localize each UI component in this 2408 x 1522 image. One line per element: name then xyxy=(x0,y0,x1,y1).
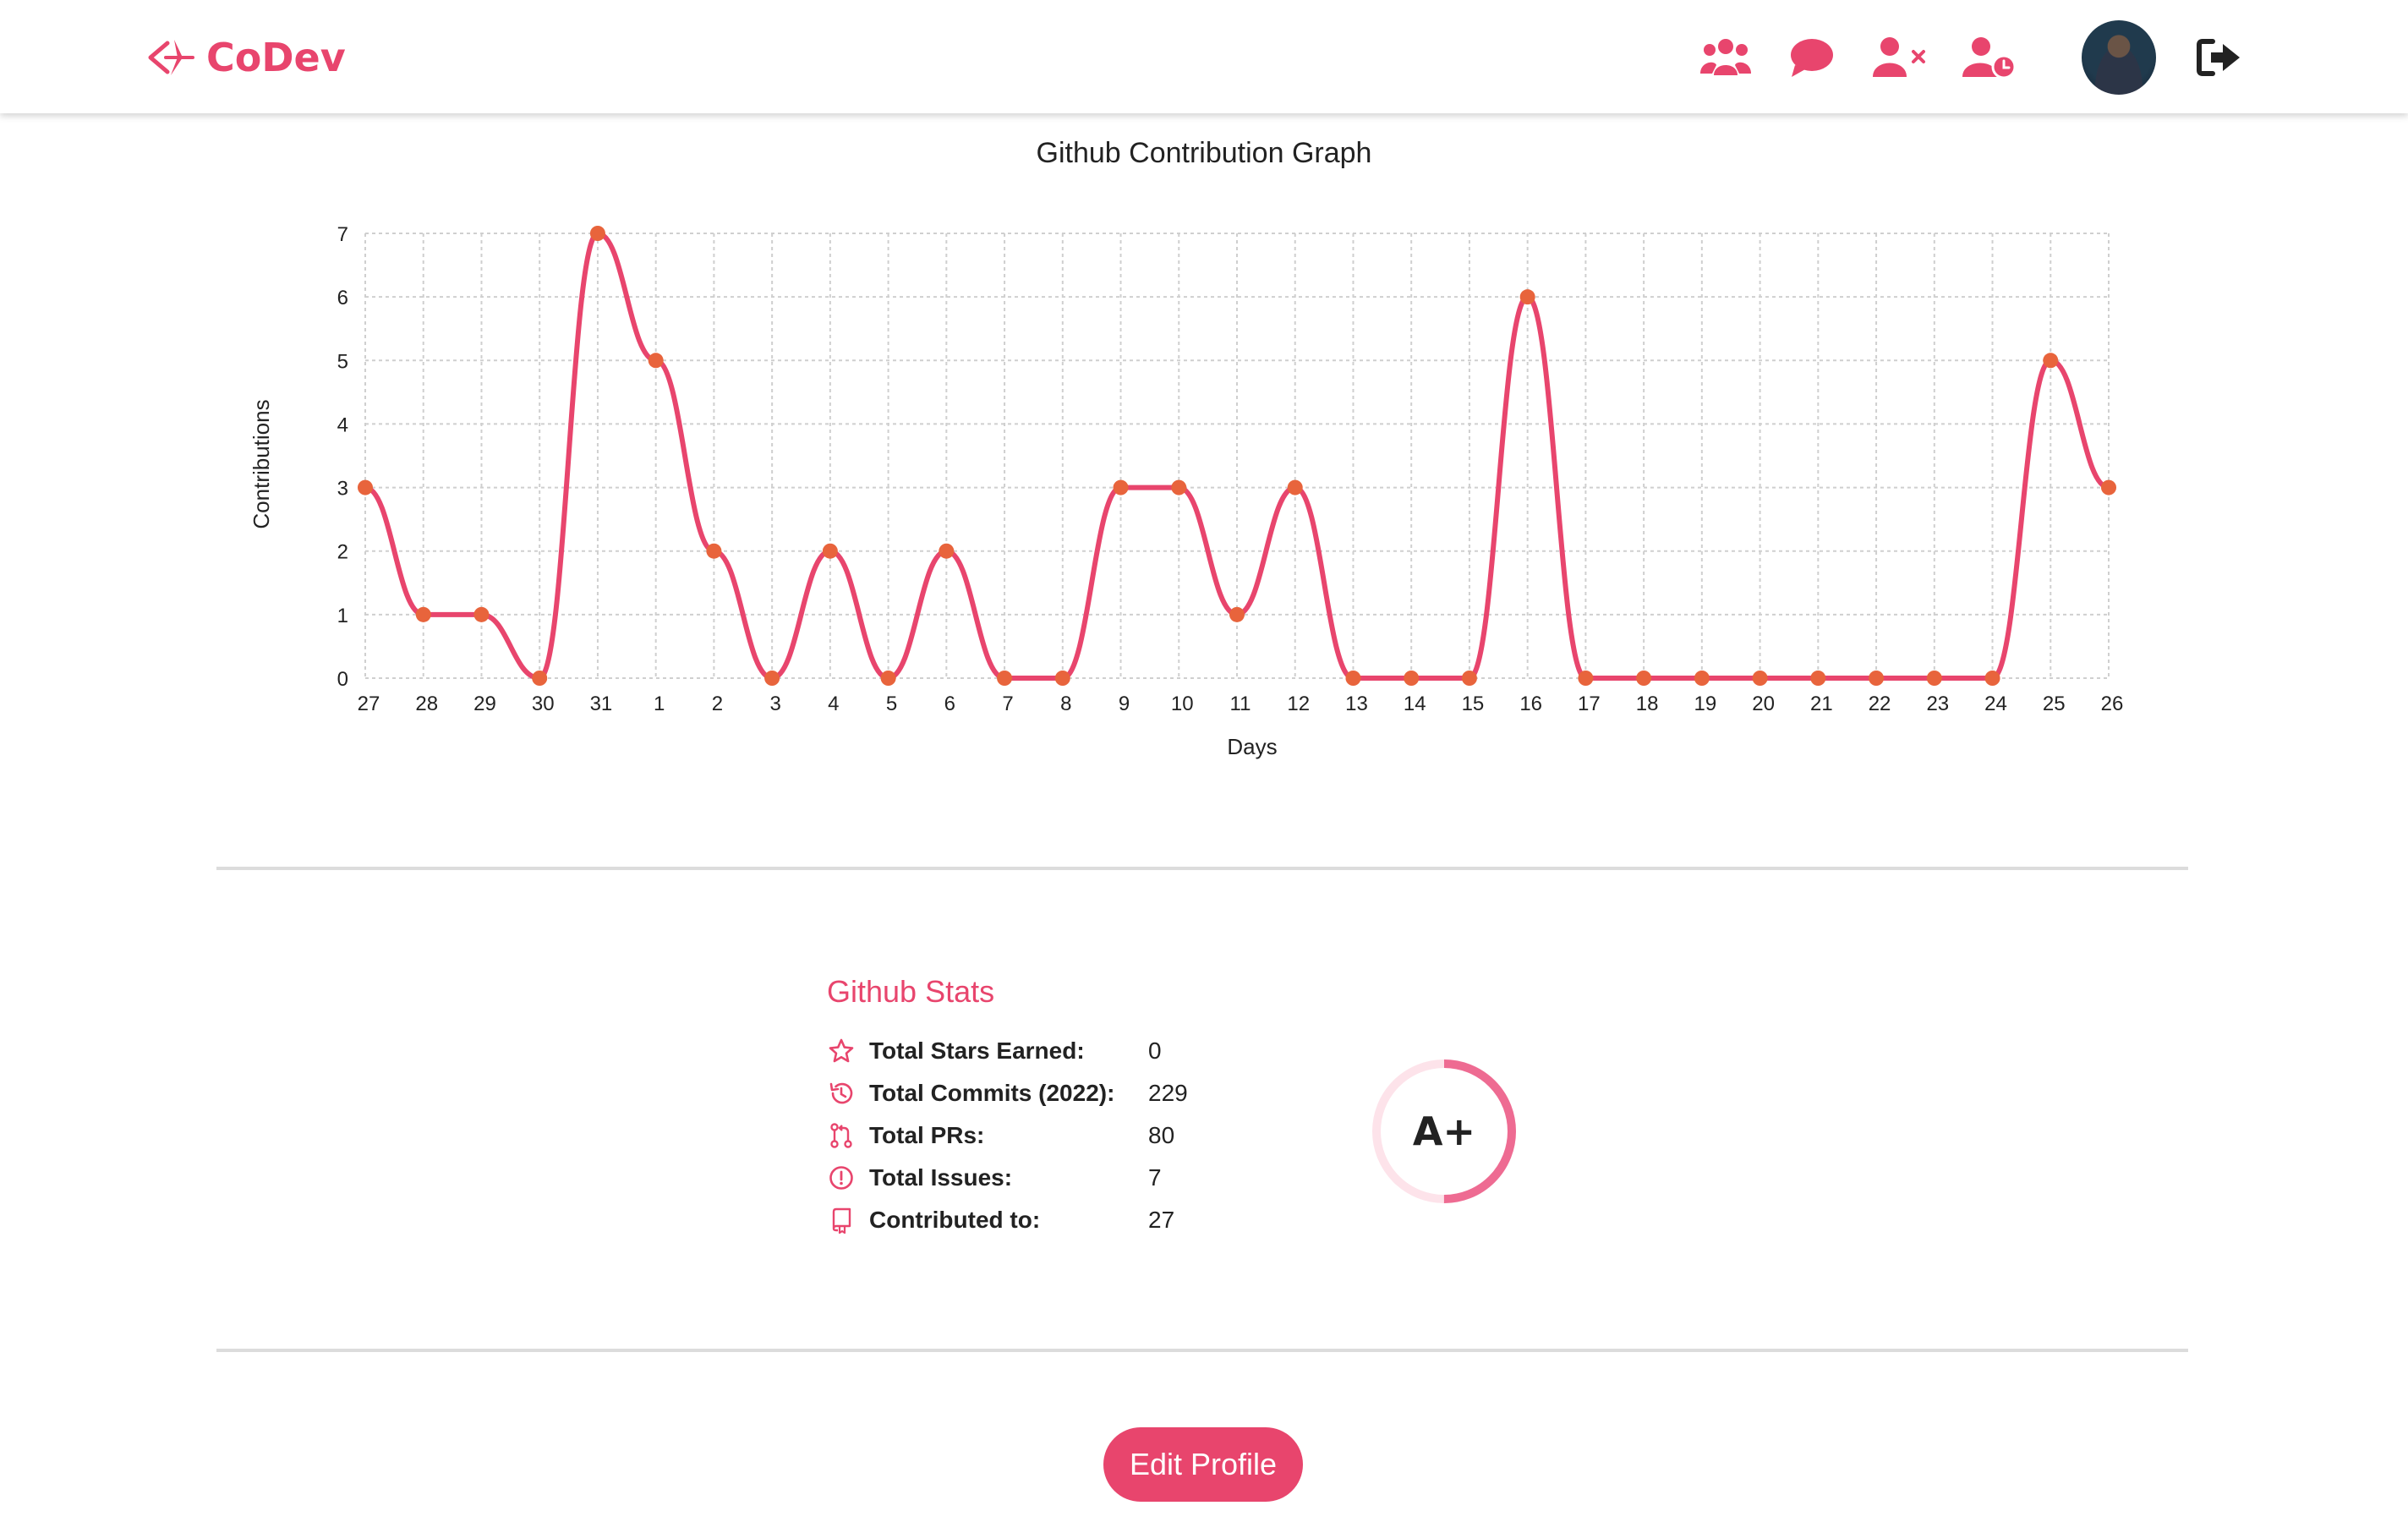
stat-label: Total Issues: xyxy=(869,1164,1013,1191)
history-icon xyxy=(827,1079,856,1108)
divider-top xyxy=(216,867,2188,870)
data-point xyxy=(1461,671,1477,686)
data-point xyxy=(1287,479,1303,495)
data-point xyxy=(997,671,1013,686)
y-axis-label: Contributions xyxy=(249,399,274,528)
x-tick-label: 2 xyxy=(712,693,723,715)
data-point xyxy=(2043,353,2059,369)
x-tick-label: 19 xyxy=(1694,693,1717,715)
stats-title: Github Stats xyxy=(827,974,995,1009)
stat-label: Total Stars Earned: xyxy=(869,1037,1085,1064)
x-tick-label: 23 xyxy=(1926,693,1949,715)
star-icon xyxy=(827,1037,856,1065)
data-point xyxy=(589,226,605,241)
x-tick-label: 17 xyxy=(1578,693,1601,715)
x-tick-label: 1 xyxy=(654,693,665,715)
x-tick-label: 9 xyxy=(1119,693,1130,715)
data-point xyxy=(1810,671,1826,686)
grade-ring: A+ xyxy=(1370,1057,1519,1206)
stat-label: Total PRs: xyxy=(869,1122,985,1148)
stat-value: 7 xyxy=(1148,1164,1162,1191)
data-point xyxy=(764,671,780,686)
data-point xyxy=(648,353,664,369)
repo-icon xyxy=(827,1206,856,1235)
data-point xyxy=(1869,671,1885,686)
stat-row-contributed: Contributed to: 27 xyxy=(827,1203,1174,1237)
data-point xyxy=(358,479,373,495)
stat-value: 80 xyxy=(1148,1122,1175,1148)
data-point xyxy=(706,543,722,559)
x-tick-label: 22 xyxy=(1869,693,1891,715)
x-tick-label: 30 xyxy=(532,693,555,715)
x-tick-label: 12 xyxy=(1287,693,1310,715)
stat-row-commits: Total Commits (2022): 229 xyxy=(827,1076,1188,1110)
data-point xyxy=(1636,671,1652,686)
grade-label: A+ xyxy=(1412,1109,1476,1154)
pull-request-icon xyxy=(827,1121,856,1150)
y-tick-label: 7 xyxy=(337,223,348,246)
stat-value: 27 xyxy=(1148,1207,1175,1233)
stat-row-issues: Total Issues: 7 xyxy=(827,1161,1162,1195)
x-tick-label: 4 xyxy=(828,693,839,715)
y-tick-label: 0 xyxy=(337,668,348,691)
data-point xyxy=(1694,671,1710,686)
data-point xyxy=(1171,479,1187,495)
data-point xyxy=(1404,671,1420,686)
x-tick-label: 6 xyxy=(944,693,955,715)
y-tick-label: 3 xyxy=(337,478,348,501)
stat-row-stars: Total Stars Earned: 0 xyxy=(827,1034,1162,1068)
data-point xyxy=(532,671,548,686)
x-tick-label: 24 xyxy=(1984,693,2007,715)
x-tick-label: 20 xyxy=(1752,693,1775,715)
data-point xyxy=(939,543,955,559)
y-tick-label: 1 xyxy=(337,605,348,627)
stat-value: 0 xyxy=(1148,1037,1162,1064)
data-point xyxy=(2101,479,2116,495)
data-point xyxy=(1984,671,2000,686)
divider-bottom xyxy=(216,1349,2188,1352)
data-point xyxy=(1752,671,1768,686)
data-point xyxy=(1054,671,1070,686)
x-tick-label: 16 xyxy=(1519,693,1542,715)
x-tick-label: 3 xyxy=(769,693,780,715)
data-point xyxy=(1578,671,1594,686)
contribution-chart: 0123456727 28 29 30 31 1 2 3 4 5 6 7 8 9 10 11 12 13 14 15 1… xyxy=(249,223,2124,759)
stat-value: 229 xyxy=(1148,1080,1188,1106)
data-point xyxy=(415,606,431,622)
x-tick-label: 5 xyxy=(886,693,897,715)
data-point xyxy=(1926,671,1942,686)
data-point xyxy=(880,671,896,686)
x-tick-label: 26 xyxy=(2101,693,2124,715)
x-tick-label: 28 xyxy=(415,693,438,715)
data-point xyxy=(1519,289,1535,305)
y-tick-label: 4 xyxy=(337,413,348,436)
x-tick-label: 25 xyxy=(2043,693,2066,715)
issue-icon xyxy=(827,1163,856,1192)
x-tick-label: 11 xyxy=(1230,693,1251,715)
edit-profile-button[interactable]: Edit Profile xyxy=(1103,1427,1303,1502)
data-point xyxy=(473,606,490,622)
x-tick-label: 14 xyxy=(1404,693,1426,715)
y-tick-label: 6 xyxy=(337,287,348,309)
data-point xyxy=(1345,671,1361,686)
data-point xyxy=(1229,606,1245,622)
x-tick-label: 27 xyxy=(358,693,380,715)
x-tick-label: 7 xyxy=(1002,693,1013,715)
x-tick-label: 29 xyxy=(473,693,496,715)
x-tick-label: 8 xyxy=(1060,693,1071,715)
y-tick-label: 2 xyxy=(337,541,348,564)
x-axis-label: Days xyxy=(1227,734,1277,759)
x-tick-label: 31 xyxy=(590,693,613,715)
stat-label: Contributed to: xyxy=(869,1207,1041,1233)
x-tick-label: 15 xyxy=(1462,693,1485,715)
stat-label: Total Commits (2022): xyxy=(869,1080,1115,1106)
x-tick-label: 10 xyxy=(1171,693,1194,715)
x-tick-label: 21 xyxy=(1810,693,1833,715)
stat-row-prs: Total PRs: 80 xyxy=(827,1119,1174,1152)
y-tick-label: 5 xyxy=(337,350,348,373)
data-point xyxy=(822,543,838,559)
data-point xyxy=(1113,479,1129,495)
x-tick-label: 13 xyxy=(1345,693,1368,715)
x-tick-label: 18 xyxy=(1636,693,1659,715)
